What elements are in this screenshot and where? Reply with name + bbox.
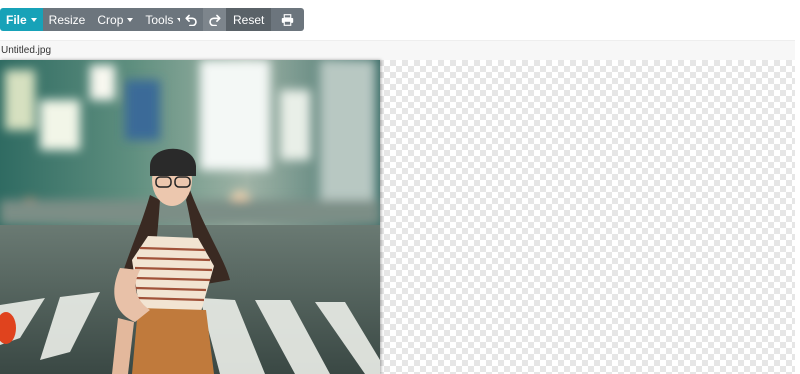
history-group: Reset [180,8,305,31]
editor-canvas[interactable] [0,60,795,374]
undo-icon [185,14,197,26]
print-button[interactable] [271,8,305,31]
chevron-down-icon [30,18,37,22]
crop-menu-label: Crop [97,12,124,27]
file-menu-label: File [6,12,27,27]
tools-menu-label: Tools [145,12,174,27]
crop-menu-button[interactable]: Crop [91,8,140,31]
chevron-down-icon [127,18,134,22]
file-name-tab[interactable]: Untitled.jpg [1,45,51,56]
redo-icon [209,14,221,26]
reset-label: Reset [233,12,265,27]
print-icon [282,13,294,26]
resize-label: Resize [48,12,86,27]
redo-button[interactable] [203,8,226,31]
resize-button[interactable]: Resize [42,8,92,31]
main-menu-group: File Resize Crop Tools [0,8,190,31]
undo-button[interactable] [180,8,203,31]
file-tab-bar: Untitled.jpg [0,40,795,60]
photo-image [0,60,380,374]
editor-toolbar: File Resize Crop Tools Reset [0,0,800,40]
reset-button[interactable]: Reset [226,8,272,31]
file-menu-button[interactable]: File [0,8,43,31]
image-layer[interactable] [0,60,380,374]
